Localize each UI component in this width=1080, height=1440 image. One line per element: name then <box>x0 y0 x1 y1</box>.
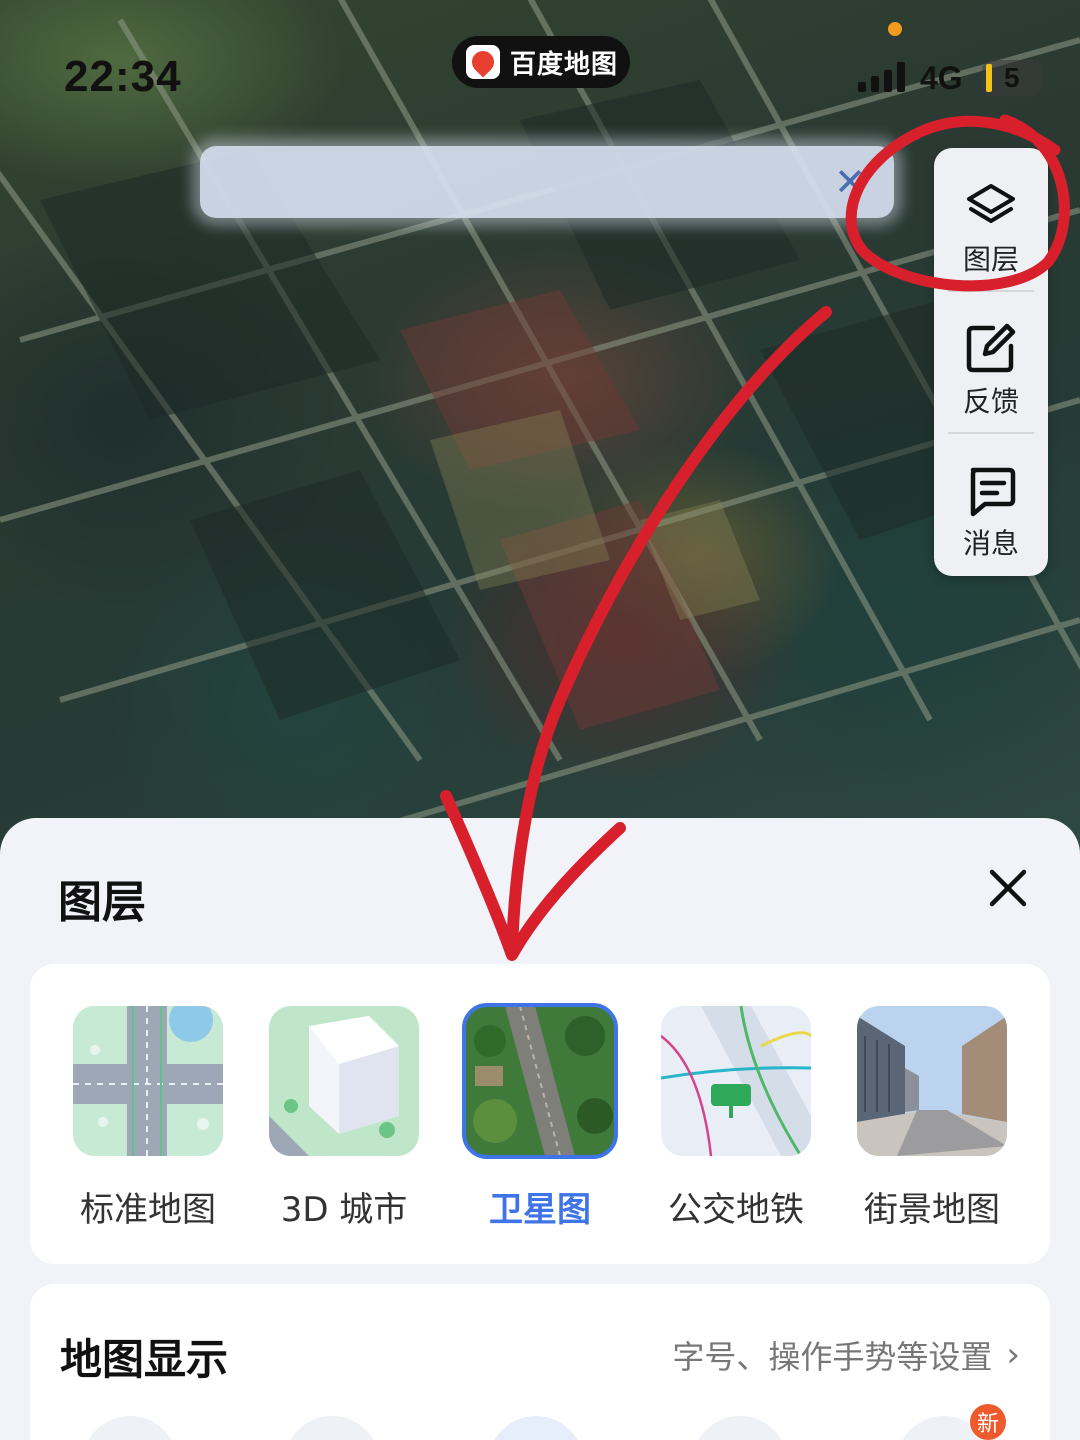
display-settings-link[interactable]: 字号、操作手势等设置 › <box>672 1332 1020 1378</box>
layer-label: 标准地图 <box>80 1190 216 1230</box>
privacy-indicator-dot <box>888 22 902 36</box>
layer-option-standard[interactable]: 标准地图 <box>66 1006 230 1231</box>
app-name: 百度地图 <box>510 49 619 80</box>
layer-label: 街景地图 <box>864 1190 1000 1230</box>
3d-city-thumbnail <box>269 1006 419 1156</box>
status-time: 22:34 <box>64 52 182 101</box>
map-display-card: 地图显示 字号、操作手势等设置 › 新 <box>30 1284 1050 1440</box>
layer-type-card: 标准地图 3D 城市 卫星图 公交地铁 街景地图 <box>30 964 1050 1264</box>
satellite-thumbnail <box>462 1003 618 1159</box>
chevron-right-icon: › <box>1006 1335 1020 1375</box>
network-type: 4G <box>920 60 963 96</box>
layer-option-3d-city[interactable]: 3D 城市 <box>262 1006 426 1231</box>
message-icon <box>970 467 1016 517</box>
display-option[interactable] <box>82 1416 178 1440</box>
layers-button[interactable]: 图层 <box>934 148 1048 290</box>
sheet-title: 图层 <box>58 877 146 928</box>
app-return-pill[interactable]: 百度地图 <box>452 36 630 88</box>
layer-option-satellite[interactable]: 卫星图 <box>458 1003 622 1231</box>
layers-label: 图层 <box>962 243 1019 276</box>
layer-label: 3D 城市 <box>280 1190 408 1230</box>
new-badge: 新 <box>970 1404 1006 1440</box>
map-display-title: 地图显示 <box>60 1335 229 1384</box>
messages-button[interactable]: 消息 <box>934 432 1048 574</box>
search-bar[interactable]: ✕ <box>200 146 894 218</box>
transit-thumbnail <box>661 1006 811 1156</box>
close-icon[interactable]: ✕ <box>834 160 866 204</box>
signal-icon <box>858 62 905 92</box>
layer-option-street-view[interactable]: 街景地图 <box>850 1006 1014 1231</box>
baidu-maps-logo-icon <box>466 45 500 79</box>
layers-bottom-sheet: 图层 标准地图 3D 城市 卫星图 公交地铁 街景地图 地图显示 字号、操作手势… <box>0 818 1080 1440</box>
street-view-thumbnail <box>857 1006 1007 1156</box>
display-settings-label: 字号、操作手势等设置 <box>672 1338 993 1376</box>
layers-icon <box>967 184 1015 223</box>
field-grid <box>0 0 1080 883</box>
battery-icon: 5 <box>982 60 1042 96</box>
battery-level <box>986 64 992 92</box>
messages-label: 消息 <box>962 527 1019 560</box>
display-option[interactable] <box>284 1416 380 1440</box>
feedback-button[interactable]: 反馈 <box>934 290 1048 432</box>
battery-percent: 5 <box>1004 62 1020 93</box>
map-tools-panel: 图层 反馈 消息 <box>934 148 1048 576</box>
display-option[interactable] <box>692 1416 788 1440</box>
feedback-edit-icon <box>966 323 1016 373</box>
close-sheet-button[interactable] <box>984 864 1032 912</box>
display-option[interactable] <box>488 1416 584 1440</box>
standard-map-thumbnail <box>73 1006 223 1156</box>
feedback-label: 反馈 <box>962 385 1019 418</box>
layer-label: 公交地铁 <box>668 1190 804 1230</box>
layer-label: 卫星图 <box>489 1190 591 1230</box>
satellite-map[interactable] <box>0 0 1080 900</box>
layer-option-transit[interactable]: 公交地铁 <box>654 1006 818 1231</box>
